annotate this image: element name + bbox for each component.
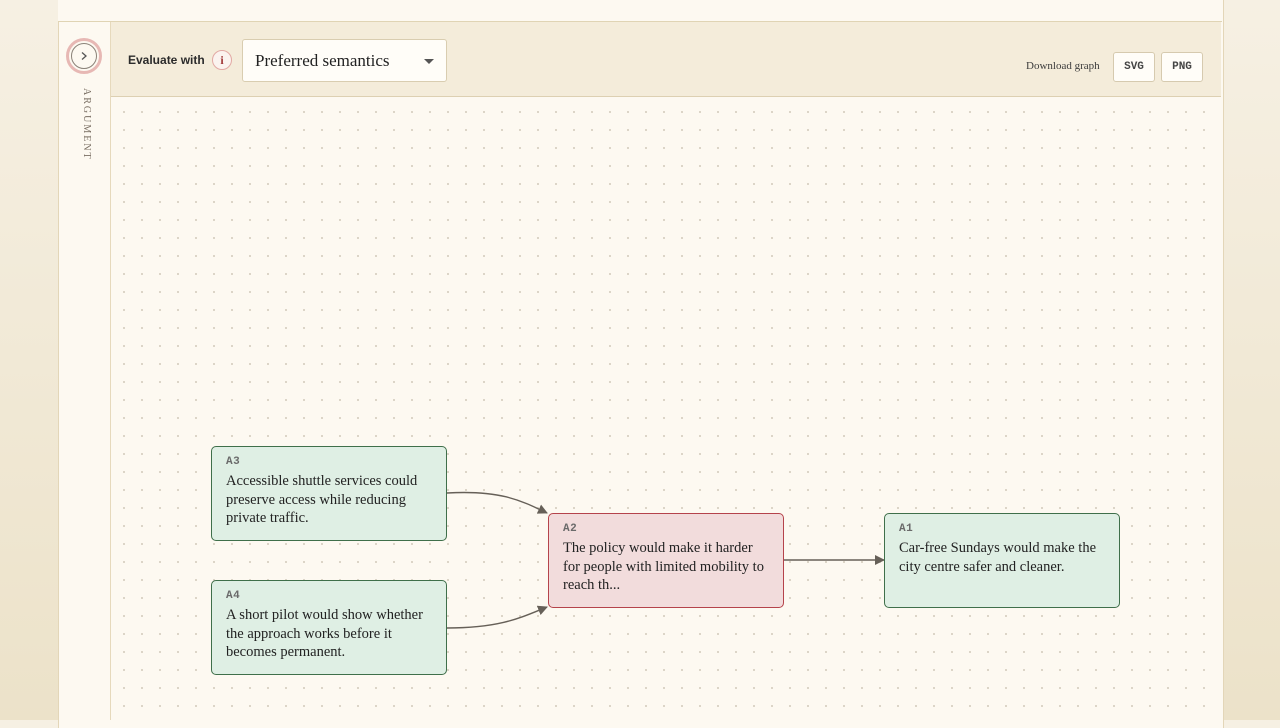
argument-node-a3[interactable]: A3 Accessible shuttle services could pre…: [211, 446, 447, 541]
argument-node-a1[interactable]: A1 Car-free Sundays would make the city …: [884, 513, 1120, 608]
top-strip: [58, 0, 1222, 22]
node-text: Car-free Sundays would make the city cen…: [899, 540, 1097, 575]
semantics-select[interactable]: Preferred semantics: [242, 39, 447, 82]
node-id: A2: [563, 523, 578, 535]
sidebar-label: ARGUMENT: [81, 88, 92, 161]
node-text: Accessible shuttle services could preser…: [226, 473, 418, 526]
info-icon[interactable]: i: [212, 50, 232, 70]
node-id: A3: [226, 456, 241, 468]
node-text: A short pilot would show whether the app…: [226, 607, 423, 660]
chevron-right-icon: [71, 43, 97, 69]
node-id: A4: [226, 590, 241, 602]
download-svg-button[interactable]: SVG: [1113, 52, 1155, 82]
evaluate-with-label: Evaluate with: [128, 53, 205, 67]
expand-sidebar-button[interactable]: [66, 38, 102, 74]
download-png-button[interactable]: PNG: [1161, 52, 1203, 82]
argument-node-a2[interactable]: A2 The policy would make it harder for p…: [548, 513, 784, 608]
semantics-select-value: Preferred semantics: [255, 50, 390, 70]
argument-node-a4[interactable]: A4 A short pilot would show whether the …: [211, 580, 447, 675]
caret-down-icon: [424, 59, 434, 64]
node-text: The policy would make it harder for peop…: [563, 540, 764, 593]
download-graph-label: Download graph: [1026, 60, 1100, 72]
node-id: A1: [899, 523, 914, 535]
